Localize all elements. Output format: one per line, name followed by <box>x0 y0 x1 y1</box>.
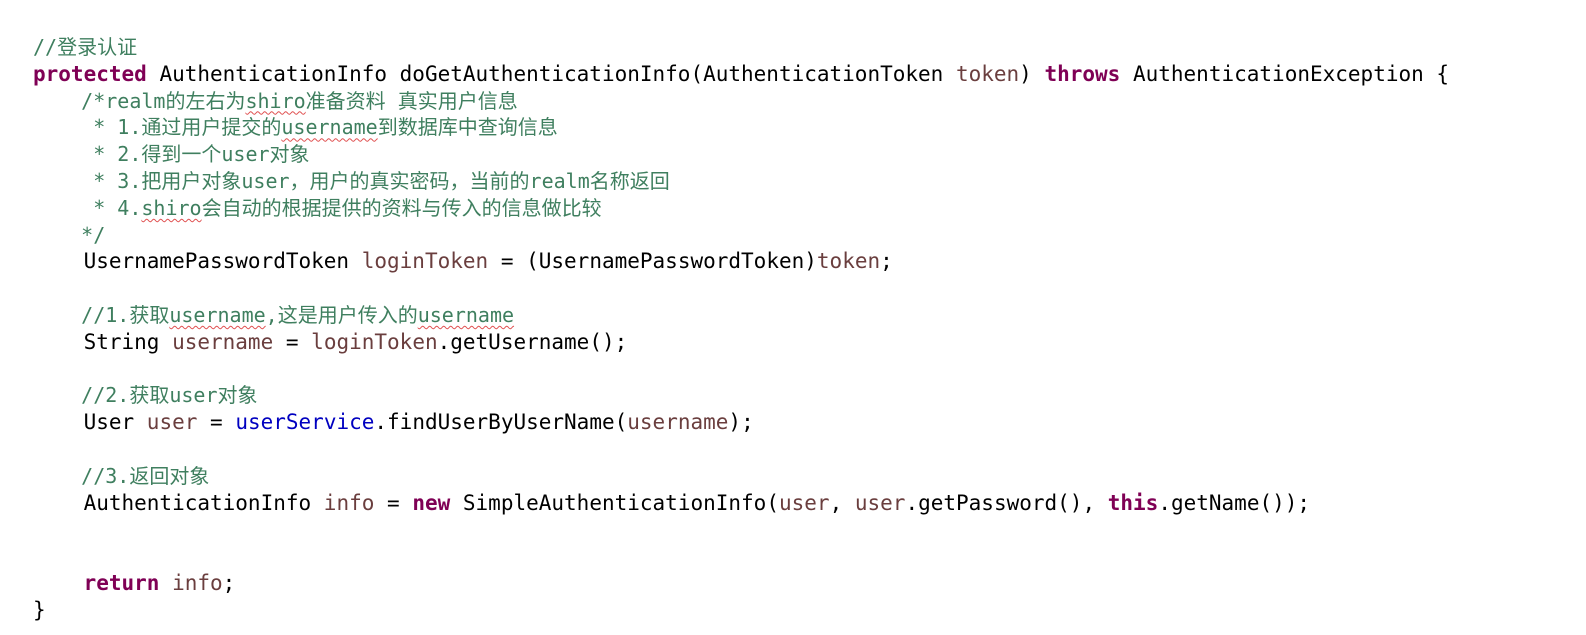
code-token: String <box>33 329 173 354</box>
comment-token: * 1.通过用户提交的 <box>33 115 282 140</box>
code-token: ; <box>222 570 236 595</box>
code-token: = (UsernamePasswordToken) <box>488 249 817 274</box>
comment-token: 准备资料 真实用户信息 <box>305 88 518 113</box>
code-token: = <box>273 329 312 354</box>
variable-token: info <box>172 570 223 595</box>
variable-token: token <box>955 61 1020 86</box>
code-line[interactable]: //登录认证 <box>33 34 1449 61</box>
code-line[interactable]: //2.获取user对象 <box>33 382 1449 409</box>
comment-token: //登录认证 <box>33 35 138 59</box>
keyword-token: throws <box>1044 61 1121 86</box>
code-line[interactable]: /*realm的左右为shiro准备资料 真实用户信息 <box>33 88 1449 115</box>
code-line[interactable]: * 3.把用户对象user，用户的真实密码，当前的realm名称返回 <box>33 168 1449 195</box>
keyword-token: return <box>83 570 160 595</box>
code-token: SimpleAuthenticationInfo( <box>450 490 779 515</box>
comment-token: 会自动的根据提供的资料与传入的信息做比较 <box>201 195 602 220</box>
comment-token: * 3.把用户对象user，用户的真实密码，当前的realm名称返回 <box>33 168 670 193</box>
code-line[interactable]: //3.返回对象 <box>33 463 1449 490</box>
code-area[interactable]: //登录认证 protected AuthenticationInfo doGet… <box>33 34 1449 624</box>
variable-token: username <box>627 410 729 435</box>
comment-token: */ <box>33 222 106 247</box>
code-token: , <box>829 490 855 515</box>
variable-token: token <box>816 249 881 274</box>
comment-token: username <box>417 302 515 327</box>
comment-token: /*realm的左右为 <box>33 88 246 113</box>
code-token: AuthenticationInfo <box>33 490 324 515</box>
field-token: userService <box>235 410 375 435</box>
comment-token: //1.获取 <box>33 302 170 327</box>
code-line[interactable]: ​ <box>33 543 1449 570</box>
code-token: ); <box>728 410 754 435</box>
variable-token: username <box>172 329 274 354</box>
comment-token: //3.返回对象 <box>33 463 210 488</box>
comment-token: ,这是用户传入的 <box>265 302 418 327</box>
code-line[interactable]: ​ <box>33 356 1449 383</box>
code-line[interactable]: //1.获取username,这是用户传入的username <box>33 302 1449 329</box>
code-line[interactable]: AuthenticationInfo info = new SimpleAuth… <box>33 490 1449 517</box>
code-token: } <box>33 597 46 622</box>
code-line[interactable]: ​ <box>33 516 1449 543</box>
code-line[interactable]: User user = userService.findUserByUserNa… <box>33 409 1449 436</box>
variable-token: user <box>854 490 906 515</box>
code-token: = <box>197 410 236 435</box>
code-token: ) <box>1019 61 1045 86</box>
code-line[interactable]: * 1.通过用户提交的username到数据库中查询信息 <box>33 114 1449 141</box>
comment-token: //2.获取user对象 <box>33 383 258 408</box>
code-editor[interactable]: //登录认证 protected AuthenticationInfo doGet… <box>0 0 1586 635</box>
code-line[interactable]: } <box>33 597 1449 624</box>
code-line[interactable]: */ <box>33 222 1449 249</box>
variable-token: loginToken <box>311 329 438 354</box>
code-token: .getUsername(); <box>437 329 628 354</box>
code-line[interactable]: return info; <box>33 570 1449 597</box>
code-line[interactable]: UsernamePasswordToken loginToken = (User… <box>33 248 1449 275</box>
comment-token: * 2.得到一个user对象 <box>33 142 310 167</box>
code-token: = <box>374 490 413 515</box>
comment-token: username <box>169 302 266 327</box>
code-token: .findUserByUserName( <box>374 410 628 435</box>
code-token: ; <box>880 249 893 274</box>
comment-token: shiro <box>245 88 306 113</box>
code-token: UsernamePasswordToken <box>33 249 362 274</box>
code-line[interactable]: protected AuthenticationInfo doGetAuthen… <box>33 61 1449 88</box>
code-token: .getPassword(), <box>905 490 1108 515</box>
keyword-token: this <box>1107 490 1159 515</box>
comment-token: username <box>281 115 378 140</box>
code-line[interactable]: * 2.得到一个user对象 <box>33 141 1449 168</box>
code-line[interactable]: String username = loginToken.getUsername… <box>33 329 1449 356</box>
code-token: AuthenticationException { <box>1120 61 1450 86</box>
variable-token: user <box>778 490 830 515</box>
code-token: AuthenticationInfo doGetAuthenticationIn… <box>146 61 956 86</box>
comment-token: 到数据库中查询信息 <box>377 115 558 140</box>
keyword-token: new <box>412 490 451 515</box>
code-line[interactable]: ​ <box>33 436 1449 463</box>
variable-token: info <box>323 490 375 515</box>
code-line[interactable]: ​ <box>33 275 1449 302</box>
comment-token: * 4. <box>33 195 142 220</box>
comment-token: shiro <box>141 195 202 220</box>
variable-token: user <box>146 410 198 435</box>
keyword-token: protected <box>33 61 147 86</box>
code-token: .getName()); <box>1158 490 1311 515</box>
variable-token: loginToken <box>361 249 489 274</box>
code-line[interactable]: * 4.shiro会自动的根据提供的资料与传入的信息做比较 <box>33 195 1449 222</box>
code-token: User <box>33 410 147 435</box>
